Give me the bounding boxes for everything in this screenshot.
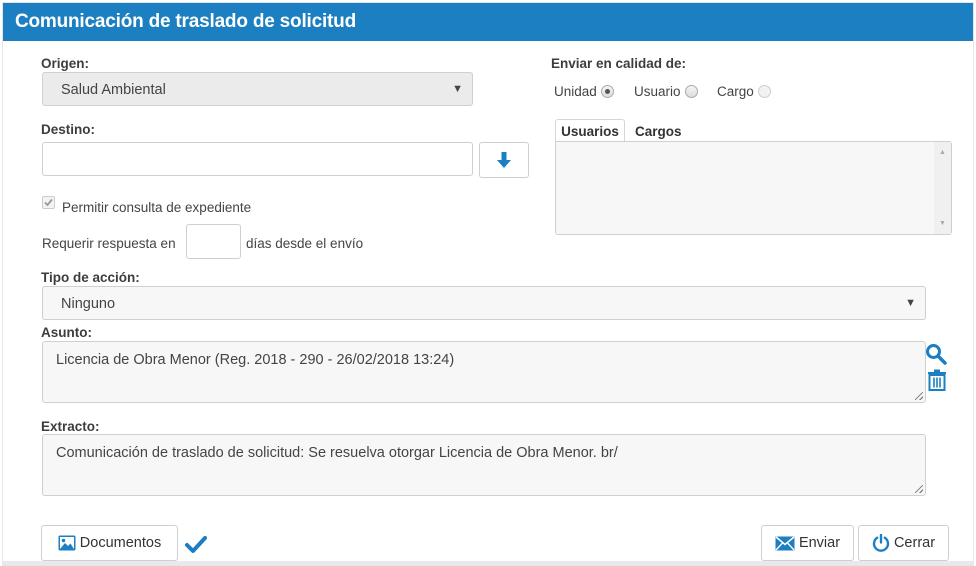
arrow-down-icon [497, 152, 511, 168]
tab-usuarios[interactable]: Usuarios [555, 119, 625, 142]
radio-label-unidad: Unidad [554, 84, 597, 99]
tipo-accion-label: Tipo de acción: [41, 270, 140, 285]
tipo-accion-select[interactable]: Ninguno ▼ [42, 286, 926, 320]
documentos-button[interactable]: Documentos [41, 525, 178, 561]
search-icon[interactable] [925, 343, 947, 365]
cerrar-label: Cerrar [893, 535, 936, 551]
tipo-accion-value: Ninguno [61, 296, 116, 312]
resize-handle[interactable] [915, 485, 923, 493]
scroll-down-icon[interactable]: ▼ [939, 220, 946, 227]
usuarios-list[interactable]: ▲ ▼ [555, 141, 952, 235]
radio-unidad[interactable] [600, 85, 614, 98]
list-scrollbar[interactable]: ▲ ▼ [934, 142, 951, 234]
destino-add-button[interactable] [479, 142, 529, 178]
asunto-label: Asunto: [41, 325, 92, 340]
radio-option-unidad[interactable]: Unidad [554, 84, 614, 99]
extracto-value: Comunicación de traslado de solicitud: S… [56, 445, 618, 461]
requerir-prefix: Requerir respuesta en [42, 236, 176, 251]
origen-value: Salud Ambiental [61, 82, 166, 98]
checkmark-icon [44, 198, 53, 207]
cerrar-button[interactable]: Cerrar [858, 525, 949, 561]
radio-usuario[interactable] [684, 85, 698, 98]
radio-label-usuario: Usuario [634, 84, 681, 99]
permitir-consulta-label: Permitir consulta de expediente [62, 200, 252, 215]
caret-down-icon: ▼ [905, 297, 916, 309]
asunto-value: Licencia de Obra Menor (Reg. 2018 - 290 … [56, 352, 455, 368]
radio-option-cargo: Cargo [717, 84, 771, 99]
radio-cargo [757, 85, 771, 98]
bottom-divider [3, 561, 973, 565]
extracto-textarea[interactable]: Comunicación de traslado de solicitud: S… [42, 434, 926, 496]
scroll-up-icon[interactable]: ▲ [939, 149, 946, 156]
destino-label: Destino: [41, 122, 95, 137]
dialog-title: Comunicación de traslado de solicitud [3, 3, 973, 41]
image-icon [58, 535, 76, 551]
asunto-textarea[interactable]: Licencia de Obra Menor (Reg. 2018 - 290 … [42, 341, 926, 403]
requerir-dias-input[interactable] [186, 224, 241, 259]
requerir-suffix: días desde el envío [246, 236, 364, 251]
enviar-button[interactable]: Enviar [761, 525, 854, 561]
check-icon [185, 536, 207, 553]
resize-handle[interactable] [915, 392, 923, 400]
radio-option-usuario[interactable]: Usuario [634, 84, 698, 99]
permitir-consulta-checkbox[interactable] [42, 196, 55, 209]
origen-label: Origen: [41, 56, 90, 71]
envelope-icon [775, 535, 795, 550]
destino-input[interactable] [42, 142, 473, 176]
tab-cargos[interactable]: Cargos [635, 119, 682, 142]
enviar-calidad-label: Enviar en calidad de: [551, 56, 687, 71]
traslado-dialog: Comunicación de traslado de solicitud Or… [2, 2, 974, 566]
origen-select[interactable]: Salud Ambiental ▼ [42, 72, 473, 106]
documentos-label: Documentos [79, 535, 162, 551]
power-icon [872, 534, 890, 552]
extracto-label: Extracto: [41, 419, 100, 434]
radio-label-cargo: Cargo [717, 84, 754, 99]
trash-icon[interactable] [927, 369, 947, 391]
caret-down-icon: ▼ [452, 83, 463, 95]
enviar-label: Enviar [798, 535, 841, 551]
